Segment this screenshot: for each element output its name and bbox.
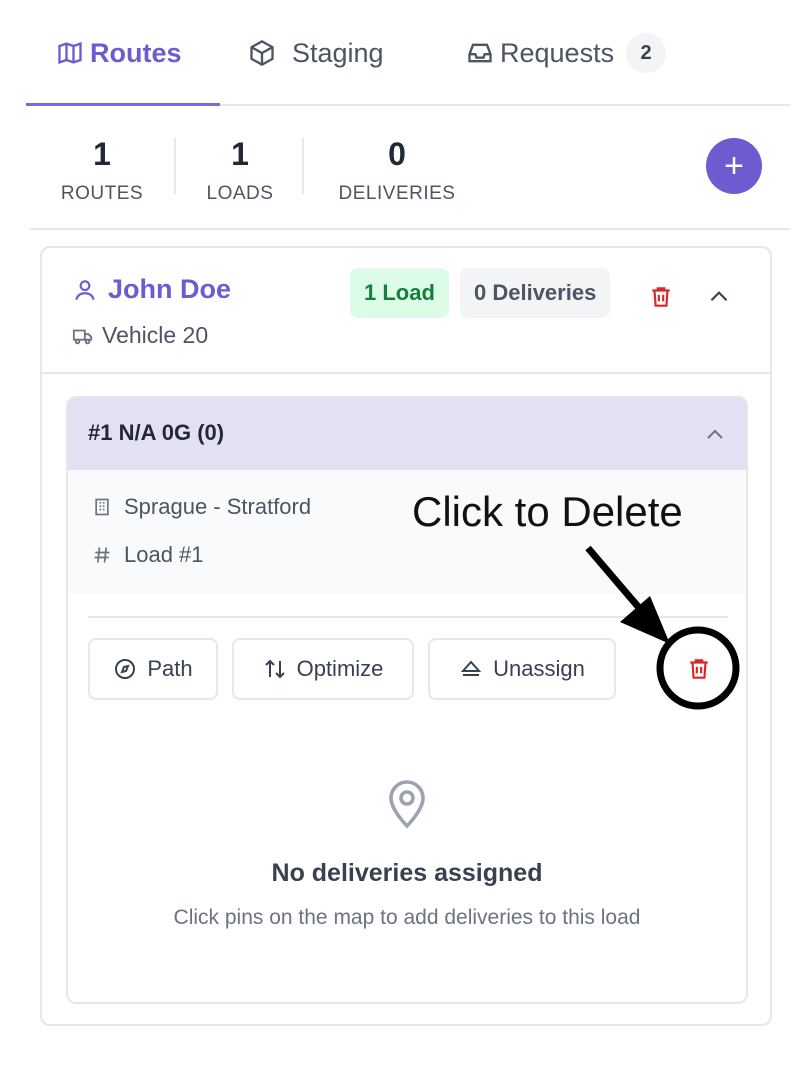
annotation-circle [656, 626, 740, 710]
annotation-overlay [585, 545, 740, 710]
annotation-arrow-head [620, 596, 670, 644]
